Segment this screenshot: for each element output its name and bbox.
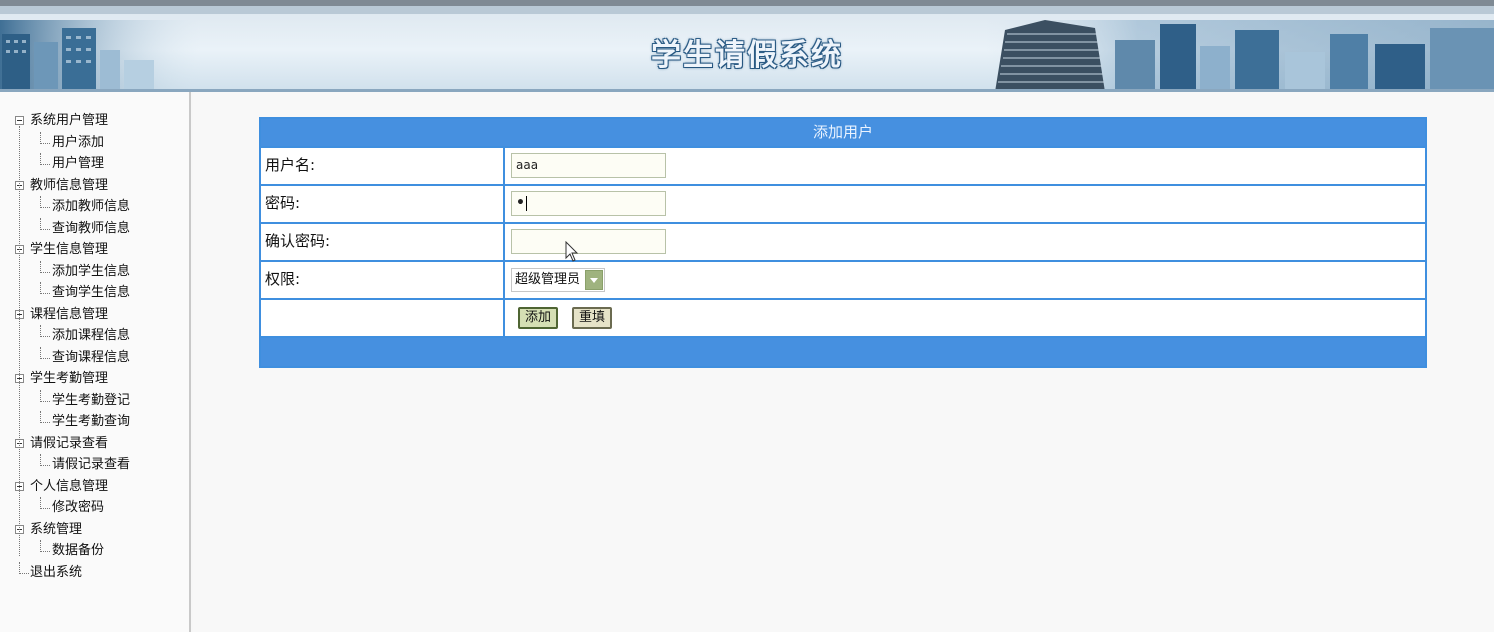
form-row-actions: 添加 重填 <box>261 298 1425 336</box>
sidebar-item-label: 学生考勤登记 <box>52 392 131 408</box>
reset-button[interactable]: 重填 <box>572 307 613 329</box>
header-banner: 学生请假系统 <box>0 0 1494 92</box>
mouse-pointer-icon <box>565 241 579 262</box>
tree-group-leave-records: 请假记录查看 请假记录查看 <box>0 433 189 476</box>
tree-connector-icon <box>40 196 50 208</box>
tree-connector-icon <box>40 153 50 165</box>
chevron-down-icon[interactable] <box>585 270 604 290</box>
tree-connector-icon <box>40 260 50 273</box>
sidebar-item-label: 学生考勤查询 <box>52 414 131 429</box>
tree-group-label: 系统管理 <box>30 521 83 537</box>
sidebar-item-label: 用户添加 <box>52 134 105 150</box>
tree-group-personal-info: 个人信息管理 修改密码 <box>0 476 189 519</box>
role-select[interactable]: 超级管理员 <box>511 268 606 292</box>
window-top-strip <box>0 0 1494 6</box>
tree-group-teacher-info: 教师信息管理 添加教师信息 查询教师信息 <box>0 175 189 240</box>
role-select-value: 超级管理员 <box>515 272 581 287</box>
tree-group-system-manage: 系统管理 数据备份 <box>0 519 189 562</box>
sidebar-item-label: 退出系统 <box>30 564 83 580</box>
sidebar-item-user-manage[interactable]: 用户管理 <box>0 153 189 175</box>
add-user-form: 添加用户 用户名: aaa 密码: • 确认密码: 权限: 超级管理员 添加 重… <box>259 117 1427 368</box>
role-cell: 超级管理员 <box>505 262 1425 298</box>
username-input[interactable]: aaa <box>511 153 666 178</box>
tree-group-course-info: 课程信息管理 添加课程信息 查询课程信息 <box>0 304 189 369</box>
tree-group-header[interactable]: 个人信息管理 <box>0 476 189 498</box>
sidebar-item-label: 请假记录查看 <box>52 457 131 472</box>
sidebar-item-label: 添加教师信息 <box>52 199 131 214</box>
tree-connector-icon <box>40 454 50 466</box>
sidebar-item-label: 查询教师信息 <box>52 220 131 236</box>
sidebar-item-leave-records[interactable]: 请假记录查看 <box>0 454 189 476</box>
tree-connector-icon <box>19 561 29 574</box>
add-button[interactable]: 添加 <box>518 307 559 329</box>
tree-group-header[interactable]: 学生信息管理 <box>0 239 189 261</box>
sidebar-item-attendance-query[interactable]: 学生考勤查询 <box>0 411 189 433</box>
role-label: 权限: <box>261 262 505 298</box>
confirm-password-input[interactable] <box>511 229 666 254</box>
tree-group-header[interactable]: 学生考勤管理 <box>0 368 189 390</box>
username-cell: aaa <box>505 148 1425 184</box>
sidebar-item-user-add[interactable]: 用户添加 <box>0 131 189 154</box>
sidebar-item-attendance-register[interactable]: 学生考勤登记 <box>0 389 189 412</box>
confirm-password-cell <box>505 224 1425 260</box>
sidebar-item-label: 添加课程信息 <box>52 328 131 343</box>
tree-connector-icon <box>40 411 50 423</box>
sidebar-item-change-password[interactable]: 修改密码 <box>0 497 189 519</box>
tree-connector-icon <box>40 540 50 552</box>
sidebar-item-label: 添加学生信息 <box>52 263 131 279</box>
sidebar-item-label: 查询课程信息 <box>52 349 131 365</box>
tree-connector-icon <box>40 282 50 294</box>
tree-group-system-users: 系统用户管理 用户添加 用户管理 <box>0 110 189 175</box>
tree-group-student-info: 学生信息管理 添加学生信息 查询学生信息 <box>0 239 189 304</box>
form-row-confirm-password: 确认密码: <box>261 222 1425 260</box>
tree-connector-icon <box>40 346 50 359</box>
sidebar-item-data-backup[interactable]: 数据备份 <box>0 540 189 562</box>
form-footer-bar <box>261 336 1425 366</box>
tree-connector-icon <box>40 389 50 402</box>
tree-connector-icon <box>40 217 50 230</box>
form-row-username: 用户名: aaa <box>261 146 1425 184</box>
password-input[interactable]: • <box>511 191 666 216</box>
sidebar-item-label: 数据备份 <box>52 543 105 558</box>
sidebar-item-add-student[interactable]: 添加学生信息 <box>0 260 189 283</box>
actions-label-cell <box>261 300 505 336</box>
sidebar-item-query-teacher[interactable]: 查询教师信息 <box>0 217 189 240</box>
tree-group-header[interactable]: 系统用户管理 <box>0 110 189 132</box>
sidebar-item-add-course[interactable]: 添加课程信息 <box>0 325 189 347</box>
tree-connector-icon <box>40 131 50 144</box>
tree-connector-icon <box>40 325 50 337</box>
sidebar-item-add-teacher[interactable]: 添加教师信息 <box>0 196 189 218</box>
tree-connector-icon <box>40 497 50 509</box>
sidebar-item-query-course[interactable]: 查询课程信息 <box>0 346 189 369</box>
actions-cell: 添加 重填 <box>505 300 1425 336</box>
password-cell: • <box>505 186 1425 222</box>
sidebar-menu-tree: 系统用户管理 用户添加 用户管理 教师信息管理 添加教师信息 查询教师信息 学生… <box>0 92 191 632</box>
tree-trunk-line <box>19 126 20 556</box>
tree-group-header[interactable]: 教师信息管理 <box>0 175 189 197</box>
password-mask: • <box>516 195 525 211</box>
username-label: 用户名: <box>261 148 505 184</box>
tree-group-header[interactable]: 课程信息管理 <box>0 304 189 326</box>
tree-group-header[interactable]: 请假记录查看 <box>0 433 189 455</box>
main-content: 添加用户 用户名: aaa 密码: • 确认密码: 权限: 超级管理员 添加 重… <box>193 92 1494 632</box>
sidebar-item-label: 用户管理 <box>52 156 105 171</box>
form-caption: 添加用户 <box>261 119 1425 146</box>
sidebar-item-logout[interactable]: 退出系统 <box>0 561 189 584</box>
password-label: 密码: <box>261 186 505 222</box>
sidebar-item-query-student[interactable]: 查询学生信息 <box>0 282 189 304</box>
form-row-role: 权限: 超级管理员 <box>261 260 1425 298</box>
confirm-password-label: 确认密码: <box>261 224 505 260</box>
tree-group-header[interactable]: 系统管理 <box>0 519 189 541</box>
tree-group-attendance: 学生考勤管理 学生考勤登记 学生考勤查询 <box>0 368 189 433</box>
sidebar-item-label: 查询学生信息 <box>52 285 131 300</box>
text-caret <box>525 195 527 211</box>
collapse-icon[interactable] <box>15 116 24 125</box>
form-row-password: 密码: • <box>261 184 1425 222</box>
system-title: 学生请假系统 <box>651 38 843 73</box>
sidebar-item-label: 修改密码 <box>52 500 105 515</box>
